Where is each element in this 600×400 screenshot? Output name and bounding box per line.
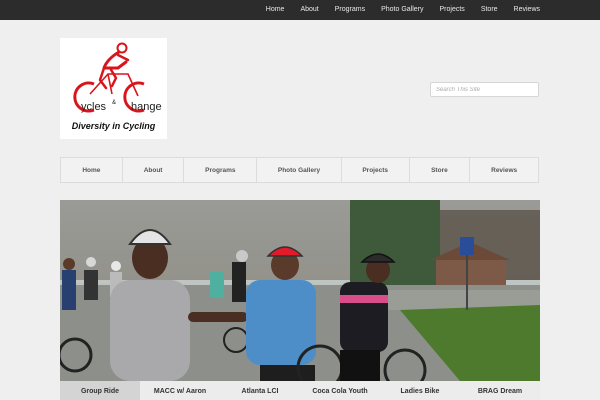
top-nav-projects[interactable]: Projects (432, 0, 473, 20)
main-nav-about[interactable]: About (123, 158, 185, 182)
slider-tab-coca-cola-youth[interactable]: Coca Cola Youth (300, 381, 380, 400)
main-nav-reviews[interactable]: Reviews (470, 158, 538, 182)
top-nav-about[interactable]: About (292, 0, 326, 20)
logo-tagline: Diversity in Cycling (71, 121, 156, 131)
group-ride-photo (60, 200, 540, 381)
main-nav-photo-gallery[interactable]: Photo Gallery (257, 158, 342, 182)
slider-tab-brag-dream[interactable]: BRAG Dream (460, 381, 540, 400)
slider-tabs: Group Ride MACC w/ Aaron Atlanta LCI Coc… (60, 381, 540, 400)
slider-tab-ladies-bike[interactable]: Ladies Bike (380, 381, 460, 400)
top-bar: Home About Programs Photo Gallery Projec… (0, 0, 600, 20)
top-nav-home[interactable]: Home (258, 0, 293, 20)
slider-tab-macc-aaron[interactable]: MACC w/ Aaron (140, 381, 220, 400)
main-nav-home[interactable]: Home (61, 158, 123, 182)
main-nav-store[interactable]: Store (410, 158, 471, 182)
top-nav-photo-gallery[interactable]: Photo Gallery (373, 0, 431, 20)
main-nav-projects[interactable]: Projects (342, 158, 410, 182)
search-input[interactable] (430, 82, 539, 97)
top-navigation: Home About Programs Photo Gallery Projec… (258, 0, 548, 20)
slider-tab-group-ride[interactable]: Group Ride (60, 381, 140, 400)
slider-tab-atlanta-lci[interactable]: Atlanta LCI (220, 381, 300, 400)
main-nav-programs[interactable]: Programs (184, 158, 258, 182)
logo-word-change: hange (131, 101, 162, 113)
cyclist-logo-graphic: ycles & hange (73, 42, 162, 113)
site-logo[interactable]: ycles & hange Diversity in Cycling (60, 38, 167, 139)
top-nav-programs[interactable]: Programs (327, 0, 373, 20)
main-navigation: Home About Programs Photo Gallery Projec… (60, 157, 539, 183)
logo-word-cycles: ycles (81, 101, 107, 113)
top-nav-reviews[interactable]: Reviews (506, 0, 548, 20)
top-nav-store[interactable]: Store (473, 0, 506, 20)
logo-ampersand: & (112, 100, 116, 106)
featured-slider-image[interactable] (60, 200, 540, 381)
